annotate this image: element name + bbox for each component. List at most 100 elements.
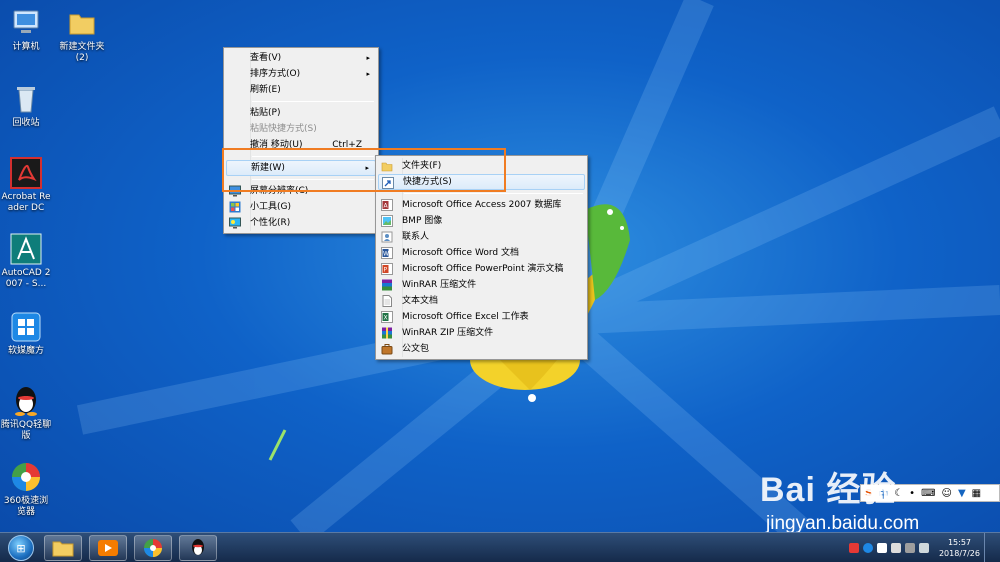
menu-item-label: 粘贴(P) (250, 108, 281, 118)
text-document-icon (382, 295, 392, 307)
menu-item-personalize[interactable]: 个性化(R) (226, 215, 376, 231)
sogou-tray-icon[interactable] (848, 543, 859, 553)
computer-icon (9, 6, 43, 40)
help-tray-icon[interactable] (862, 543, 873, 553)
menu-item-label: 联系人 (402, 232, 430, 242)
moon-icon[interactable]: ☾ (894, 488, 903, 499)
submenu-arrow-icon: ▸ (366, 70, 370, 78)
desktop-icon-label: 新建文件夹 (2) (59, 42, 105, 63)
desktop-icon-rumei[interactable]: 软媒魔方 (0, 310, 52, 357)
network-icon[interactable] (904, 543, 915, 553)
new-submenu: 文件夹(F) 快捷方式(S) A Microsoft Office Access… (375, 155, 588, 360)
menu-item-refresh[interactable]: 刷新(E) (226, 82, 376, 98)
dot-icon[interactable]: • (909, 488, 915, 499)
menu-item-new[interactable]: 新建(W) ▸ (226, 160, 376, 176)
ime-tray-icon[interactable] (876, 543, 887, 553)
personalize-icon (229, 217, 241, 229)
desktop-icon-label: 回收站 (12, 118, 40, 128)
ime-mode-label[interactable]: 中 (878, 486, 888, 501)
windows-logo-icon: ⊞ (8, 535, 34, 561)
menu-item-label: 小工具(G) (250, 202, 291, 212)
menu-item-label: 快捷方式(S) (403, 177, 452, 187)
person-icon[interactable]: ☺ (942, 488, 952, 499)
desktop-icon-label: Acrobat Reader DC (1, 192, 51, 213)
desktop-icon-recycle-bin[interactable]: 回收站 (0, 82, 52, 129)
desktop-icon-360-browser[interactable]: 360极速浏览器 (0, 460, 52, 518)
submenu-item-excel[interactable]: X Microsoft Office Excel 工作表 (378, 309, 585, 325)
taskbar-clock[interactable]: 15:57 2018/7/26 (939, 537, 980, 559)
autocad-icon (9, 232, 43, 266)
ime-toolbar[interactable]: S 中 ☾ • ⌨ ☺ ▼ ▦ (860, 484, 1000, 502)
qq-icon (192, 539, 204, 555)
media-player-icon (98, 540, 118, 556)
desktop-icon-acrobat[interactable]: Acrobat Reader DC (0, 156, 52, 214)
menu-separator (252, 179, 374, 180)
submenu-item-access-db[interactable]: A Microsoft Office Access 2007 数据库 (378, 197, 585, 213)
menu-item-label: Microsoft Office PowerPoint 演示文稿 (402, 264, 564, 274)
recycle-bin-icon (9, 82, 43, 116)
menu-item-screen-resolution[interactable]: 屏幕分辨率(C) (226, 183, 376, 199)
submenu-arrow-icon: ▸ (365, 164, 369, 172)
taskbar-360-browser[interactable] (134, 535, 172, 561)
rumei-cube-icon (9, 310, 43, 344)
acrobat-icon (9, 156, 43, 190)
desktop-icon-autocad[interactable]: AutoCAD 2007 - S... (0, 232, 52, 290)
submenu-item-folder[interactable]: 文件夹(F) (378, 158, 585, 174)
submenu-item-text-document[interactable]: 文本文档 (378, 293, 585, 309)
menu-item-view[interactable]: 查看(V) ▸ (226, 50, 376, 66)
taskbar-qq[interactable] (179, 535, 217, 561)
menu-item-label: WinRAR 压缩文件 (402, 280, 477, 290)
menu-item-label: 屏幕分辨率(C) (250, 186, 309, 196)
menu-item-paste[interactable]: 粘贴(P) (226, 105, 376, 121)
bmp-image-icon (381, 215, 393, 227)
desktop-icon-computer[interactable]: 计算机 (0, 6, 52, 53)
desktop-icon-label: 腾讯QQ轻聊版 (0, 420, 52, 441)
gadgets-icon (229, 201, 241, 213)
clock-date: 2018/7/26 (938, 549, 980, 558)
volume-icon[interactable] (918, 543, 929, 553)
folder-icon (65, 6, 99, 40)
briefcase-icon (381, 344, 393, 355)
submenu-item-shortcut[interactable]: 快捷方式(S) (378, 174, 585, 190)
submenu-item-powerpoint[interactable]: P Microsoft Office PowerPoint 演示文稿 (378, 261, 585, 277)
submenu-item-word[interactable]: W Microsoft Office Word 文档 (378, 245, 585, 261)
monitor-icon (229, 185, 241, 197)
menu-item-label: 排序方式(O) (250, 69, 301, 79)
submenu-item-bmp[interactable]: BMP 图像 (378, 213, 585, 229)
menu-item-gadgets[interactable]: 小工具(G) (226, 199, 376, 215)
svg-text:X: X (384, 315, 388, 322)
submenu-item-briefcase[interactable]: 公文包 (378, 341, 585, 357)
taskbar: ⊞ 15:57 2018/7/26 (0, 532, 1000, 562)
winrar-icon (382, 279, 392, 291)
menu-item-label: 文件夹(F) (402, 161, 442, 171)
desktop-icon-new-folder[interactable]: 新建文件夹 (2) (56, 6, 108, 64)
menu-item-label: 新建(W) (251, 163, 285, 173)
submenu-item-winrar[interactable]: WinRAR 压缩文件 (378, 277, 585, 293)
flag-icon[interactable] (890, 543, 901, 553)
desktop-icon-label: 软媒魔方 (7, 346, 44, 356)
menu-separator (252, 156, 374, 157)
submenu-arrow-icon: ▸ (366, 54, 370, 62)
menu-item-sort-by[interactable]: 排序方式(O) ▸ (226, 66, 376, 82)
show-desktop-button[interactable] (984, 533, 992, 562)
menu-item-undo-move[interactable]: 撤消 移动(U) Ctrl+Z (226, 137, 376, 153)
desktop-icon-label: 计算机 (12, 42, 40, 52)
submenu-item-winrar-zip[interactable]: WinRAR ZIP 压缩文件 (378, 325, 585, 341)
taskbar-media-player[interactable] (89, 535, 127, 561)
sogou-s-icon[interactable]: S (865, 488, 872, 499)
desktop-icon-qq[interactable]: 腾讯QQ轻聊版 (0, 384, 52, 442)
menu-item-label: Microsoft Office Excel 工作表 (402, 312, 529, 322)
desktop-icon-label: AutoCAD 2007 - S... (1, 268, 51, 289)
menu-item-shortcut: Ctrl+Z (332, 140, 362, 150)
keyboard-icon[interactable]: ⌨ (921, 488, 935, 499)
shirt-icon[interactable]: ▼ (958, 488, 966, 499)
taskbar-explorer[interactable] (44, 535, 82, 561)
menu-item-label: WinRAR ZIP 压缩文件 (402, 328, 494, 338)
start-button[interactable]: ⊞ (2, 533, 40, 562)
menu-item-label: BMP 图像 (402, 216, 443, 226)
submenu-item-contact[interactable]: 联系人 (378, 229, 585, 245)
grid-icon[interactable]: ▦ (972, 488, 981, 499)
360-browser-icon (9, 460, 43, 494)
shortcut-icon (382, 177, 394, 189)
excel-icon: X (381, 311, 393, 323)
